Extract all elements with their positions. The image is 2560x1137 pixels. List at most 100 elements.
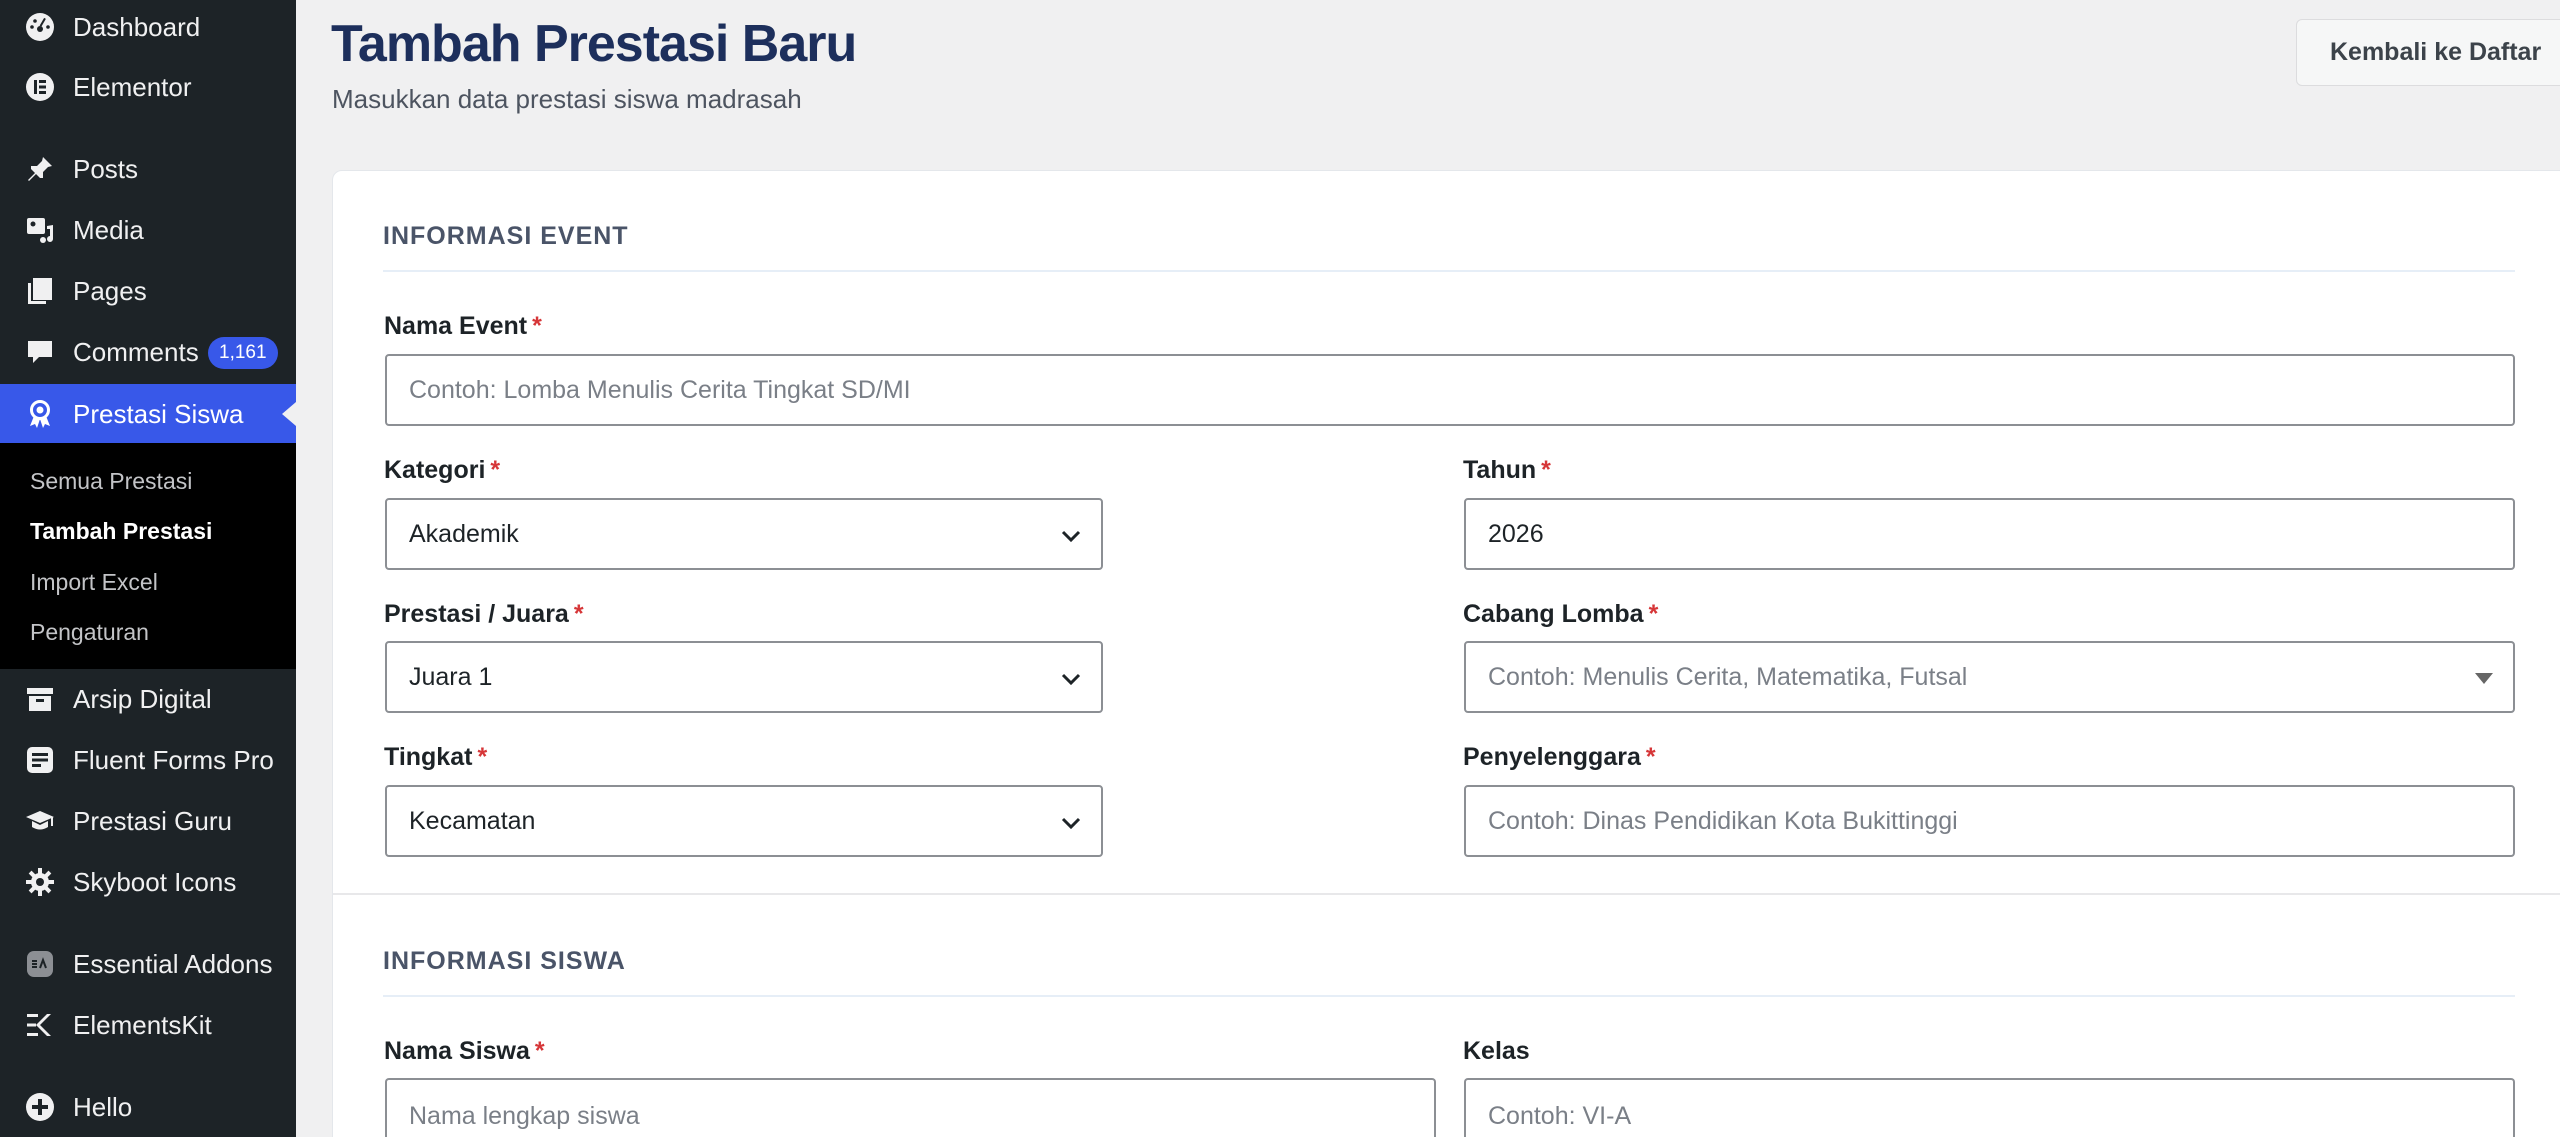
menu-item-prestasi-guru[interactable]: Prestasi Guru (0, 791, 296, 851)
required-mark: * (477, 743, 488, 771)
page-title: Tambah Prestasi Baru (331, 15, 857, 73)
menu-item-posts[interactable]: Posts (0, 139, 296, 199)
plus-circle-icon (22, 1089, 58, 1125)
pushpin-icon (22, 151, 58, 187)
prestasi-select[interactable]: Juara 1 (385, 641, 1103, 713)
required-mark: * (1648, 600, 1659, 628)
required-mark: * (573, 600, 584, 628)
section-rule (383, 995, 2515, 997)
menu-label: Media (73, 214, 144, 245)
nama-siswa-label: Nama Siswa * (384, 1037, 545, 1066)
menu-item-elementskit[interactable]: ElementsKit (0, 995, 296, 1055)
graduation-cap-icon (22, 803, 58, 839)
required-mark: * (1645, 743, 1656, 771)
menu-label: Fluent Forms Pro (73, 744, 274, 775)
field-label-text: Tahun (1463, 456, 1537, 484)
penyelenggara-input[interactable]: Contoh: Dinas Pendidikan Kota Bukittingg… (1464, 785, 2515, 857)
menu-item-comments[interactable]: Comments 1,161 (0, 322, 296, 382)
section-title-event: INFORMASI EVENT (383, 222, 629, 250)
required-mark: * (1541, 456, 1551, 484)
placeholder: Nama lengkap siswa (409, 1102, 640, 1130)
menu-label: Essential Addons (73, 948, 273, 979)
comment-count-badge: 1,161 (208, 337, 278, 369)
required-mark: * (532, 312, 542, 340)
tahun-input[interactable]: 2026 (1464, 498, 2515, 570)
submenu-pengaturan[interactable]: Pengaturan (30, 619, 149, 646)
dropdown-caret-icon (2475, 673, 2493, 684)
menu-item-essential-addons[interactable]: Essential Addons (0, 934, 296, 994)
required-mark: * (490, 456, 501, 484)
menu-label: ElementsKit (73, 1009, 212, 1040)
menu-label: Elementor (73, 71, 192, 102)
tahun-label: Tahun * (1463, 456, 1551, 485)
section-rule (383, 270, 2515, 272)
admin-sidebar: Dashboard Elementor Posts Media Pages Co… (0, 0, 296, 1137)
tingkat-label: Tingkat * (384, 743, 487, 772)
submenu-tambah-prestasi[interactable]: Tambah Prestasi (30, 518, 212, 545)
menu-label: Pages (73, 275, 147, 306)
field-label-text: Cabang Lomba (1463, 600, 1644, 628)
media-icon (22, 212, 58, 248)
menu-item-elementor[interactable]: Elementor (0, 57, 296, 117)
gear-icon (22, 864, 58, 900)
penyelenggara-label: Penyelenggara * (1463, 743, 1656, 772)
chevron-down-icon (1059, 524, 1083, 548)
essential-addons-icon (22, 946, 58, 982)
placeholder: Contoh: Lomba Menulis Cerita Tingkat SD/… (409, 375, 911, 404)
cabang-lomba-combobox[interactable]: Contoh: Menulis Cerita, Matematika, Futs… (1464, 641, 2515, 713)
menu-item-hello[interactable]: Hello (0, 1077, 296, 1137)
menu-item-prestasi-siswa[interactable]: Prestasi Siswa (0, 384, 296, 444)
award-icon (22, 396, 58, 432)
field-label-text: Nama Event (384, 312, 528, 340)
menu-item-fluent-forms-pro[interactable]: Fluent Forms Pro (0, 730, 296, 790)
dashboard-icon (22, 9, 58, 45)
kategori-select[interactable]: Akademik (385, 498, 1103, 570)
archive-icon (22, 681, 58, 717)
chevron-down-icon (1059, 811, 1083, 835)
menu-item-arsip-digital[interactable]: Arsip Digital (0, 669, 296, 729)
field-label-text: Tingkat (384, 743, 473, 771)
menu-item-pages[interactable]: Pages (0, 261, 296, 321)
placeholder: Contoh: VI-A (1488, 1102, 1632, 1130)
section-title-siswa: INFORMASI SISWA (383, 947, 626, 975)
back-to-list-button[interactable]: Kembali ke Daftar (2296, 19, 2560, 86)
menu-item-skyboot-icons[interactable]: Skyboot Icons (0, 852, 296, 912)
elementor-icon (22, 69, 58, 105)
placeholder: Contoh: Menulis Cerita, Matematika, Futs… (1488, 662, 1968, 691)
menu-item-dashboard[interactable]: Dashboard (0, 0, 296, 57)
field-label-text: Kategori (384, 456, 486, 484)
nama-event-label: Nama Event * (384, 312, 542, 341)
submenu-import-excel[interactable]: Import Excel (30, 569, 158, 596)
prestasi-label: Prestasi / Juara * (384, 600, 584, 629)
field-label-text: Nama Siswa (384, 1037, 530, 1065)
kelas-input[interactable]: Contoh: VI-A (1464, 1078, 2515, 1137)
selected-value: Akademik (409, 519, 519, 548)
placeholder: Contoh: Dinas Pendidikan Kota Bukittingg… (1488, 806, 1958, 835)
menu-label: Arsip Digital (73, 683, 212, 714)
kategori-label: Kategori * (384, 456, 500, 485)
comment-icon (22, 334, 58, 370)
required-mark: * (534, 1037, 545, 1065)
pages-icon (22, 273, 58, 309)
page-subtitle: Masukkan data prestasi siswa madrasah (332, 84, 802, 114)
menu-item-media[interactable]: Media (0, 200, 296, 260)
field-label-text: Penyelenggara (1463, 743, 1641, 771)
submenu-semua-prestasi[interactable]: Semua Prestasi (30, 468, 192, 495)
prestasi-submenu: Semua Prestasi Tambah Prestasi Import Ex… (0, 443, 296, 669)
nama-siswa-input[interactable]: Nama lengkap siswa (385, 1078, 1436, 1137)
tingkat-select[interactable]: Kecamatan (385, 785, 1103, 857)
menu-label: Skyboot Icons (73, 866, 237, 897)
kelas-label: Kelas (1463, 1037, 1530, 1066)
fluent-forms-icon (22, 742, 58, 778)
elementskit-icon (22, 1007, 58, 1043)
menu-label: Dashboard (73, 11, 201, 42)
input-value: 2026 (1488, 519, 1544, 548)
field-label-text: Kelas (1463, 1037, 1530, 1065)
menu-label: Comments (73, 336, 199, 367)
menu-label: Hello (73, 1091, 133, 1122)
nama-event-input[interactable]: Contoh: Lomba Menulis Cerita Tingkat SD/… (385, 354, 2515, 426)
selected-value: Kecamatan (409, 806, 536, 835)
menu-label: Prestasi Guru (73, 805, 232, 836)
field-label-text: Prestasi / Juara (384, 600, 569, 628)
section-divider (333, 893, 2560, 895)
